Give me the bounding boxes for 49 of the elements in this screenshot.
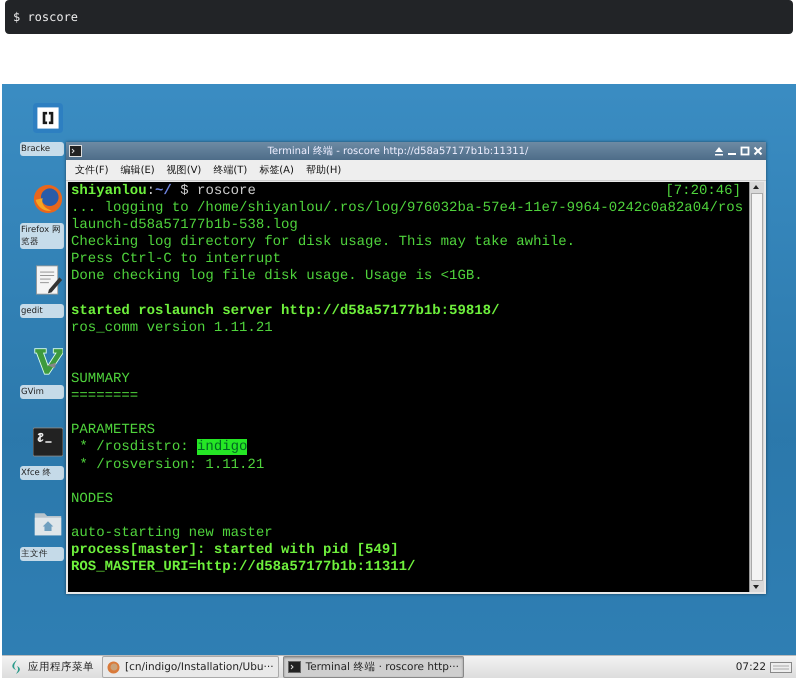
- terminal-line: Checking log directory for disk usage. This may take awhile.: [71, 234, 576, 252]
- taskbar-button[interactable]: [cn/indigo/Installation/Ubu···: [102, 656, 279, 678]
- scrollbar[interactable]: [749, 182, 764, 592]
- terminal-line: Press Ctrl-C to interrupt: [71, 251, 282, 268]
- globe-icon: [107, 660, 120, 674]
- applications-menu-button[interactable]: 应用程序菜单: [6, 656, 98, 678]
- terminal-icon[interactable]: [33, 427, 63, 457]
- terminal-line: process[master]: started with pid [549]: [71, 542, 399, 560]
- terminal-line: ROS_MASTER_URI=http://d58a57177b1b:11311/: [71, 559, 416, 576]
- menu-item[interactable]: 视图(V): [164, 162, 204, 178]
- vim-icon[interactable]: [33, 346, 63, 376]
- command-text: $ roscore: [13, 10, 78, 24]
- keyboard-icon[interactable]: [770, 660, 792, 674]
- timestamp: [7:20:46]: [665, 183, 741, 200]
- terminal-icon: [69, 145, 82, 157]
- terminal-line: SUMMARY: [71, 371, 130, 388]
- icon-label: Bracke: [20, 142, 64, 156]
- menu-item[interactable]: 文件(F): [72, 162, 112, 178]
- menu-item[interactable]: 帮助(H): [302, 162, 344, 178]
- taskbar-button[interactable]: Terminal 终端 · roscore http···: [282, 656, 464, 678]
- close-icon[interactable]: [753, 146, 763, 156]
- terminal-line: * /rosdistro: indigo: [78, 439, 248, 456]
- terminal-line: NODES: [71, 490, 114, 508]
- menu-item[interactable]: 标签(A): [256, 162, 297, 178]
- terminal-line: auto-starting new master: [71, 524, 273, 542]
- terminal-line: started roslaunch server http://d58a57177b1b:59818/: [71, 302, 500, 320]
- icon-label: Firefox 网 览器: [20, 223, 64, 249]
- maximize-icon[interactable]: [740, 146, 750, 156]
- clock: 07:22: [736, 661, 766, 673]
- shade-icon[interactable]: [714, 146, 724, 156]
- icon-label: 主文件: [20, 547, 64, 561]
- prompt-line: shiyanlou:~/ $ roscore: [71, 183, 256, 200]
- terminal-line: ... logging to /home/shiyanlou/.ros/log/976032ba-57e4-11e7-9964-0242c0a82a04/ros: [71, 200, 744, 218]
- terminal-icon: [288, 661, 301, 673]
- menu-item[interactable]: 编辑(E): [118, 162, 158, 178]
- terminal-line: * /rosversion: 1.11.21: [78, 456, 264, 474]
- menu-item[interactable]: 终端(T): [210, 162, 250, 178]
- terminal-line: Done checking log file disk usage. Usage is <1GB.: [71, 268, 483, 286]
- terminal-line: ros_comm version 1.11.21: [71, 320, 273, 337]
- leaf-icon: [10, 660, 22, 674]
- text-editor-icon[interactable]: [33, 265, 63, 295]
- terminal-line: ========: [71, 388, 138, 406]
- icon-label: GVim: [20, 385, 64, 399]
- brackets-icon[interactable]: [33, 103, 63, 133]
- icon-label: gedit: [20, 304, 64, 318]
- terminal-line: launch-d58a57177b1b-538.log: [71, 217, 298, 234]
- terminal-line: PARAMETERS: [71, 422, 156, 440]
- icon-label: Xfce 终: [20, 466, 64, 480]
- window-title: Terminal 终端 - roscore http://d58a57177b1b:11311/: [266, 144, 530, 158]
